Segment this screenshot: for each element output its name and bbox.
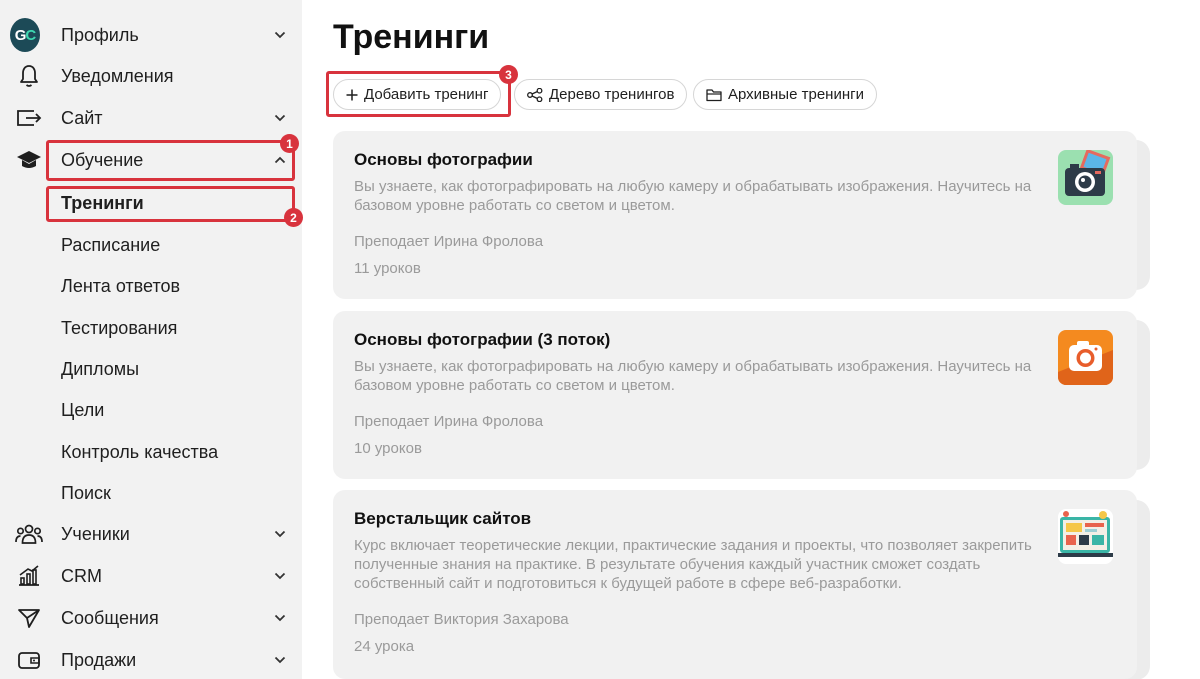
app-window: GC Профиль Уведомления Сайт Обучение Тре…	[0, 0, 1200, 679]
chevron-down-icon	[272, 652, 288, 668]
training-title: Верстальщик сайтов	[354, 509, 532, 528]
chart-icon	[14, 561, 44, 591]
send-icon	[14, 603, 44, 633]
training-tree-button[interactable]: Дерево тренингов	[514, 79, 688, 110]
sidebar-subitem-goals[interactable]: Цели	[0, 393, 302, 427]
training-teacher: Преподает Виктория Захарова	[354, 611, 569, 628]
page-title: Тренинги	[333, 18, 490, 56]
chevron-down-icon	[272, 610, 288, 626]
training-description: Вы узнаете, как фотографировать на любую…	[354, 178, 1032, 214]
chevron-down-icon	[272, 568, 288, 584]
sidebar-subitem-label: Тестирования	[61, 317, 178, 338]
add-training-label: Добавить тренинг	[364, 86, 489, 103]
sidebar-item-label: Сайт	[61, 107, 103, 128]
sidebar-item-site[interactable]: Сайт	[0, 100, 302, 136]
training-description: Курс включает теоретические лекции, прак…	[354, 537, 1032, 592]
logo-icon: GC	[10, 18, 40, 52]
sidebar-subitem-trainings[interactable]: Тренинги	[0, 186, 302, 220]
camera-orange-icon	[1058, 330, 1113, 385]
sidebar-item-learning[interactable]: Обучение	[0, 142, 302, 178]
chevron-down-icon	[272, 27, 288, 43]
sidebar-item-sales[interactable]: Продажи	[0, 642, 302, 678]
sidebar-item-label: Профиль	[61, 24, 139, 45]
users-icon	[14, 519, 44, 549]
sidebar-item-label: CRM	[61, 565, 102, 586]
folder-icon	[706, 88, 722, 102]
step-badge-2: 2	[284, 208, 303, 227]
sidebar-item-label: Уведомления	[61, 65, 174, 86]
sidebar-subitem-schedule[interactable]: Расписание	[0, 228, 302, 262]
sidebar-item-label: Ученики	[61, 523, 130, 544]
sidebar-subitem-label: Контроль качества	[61, 441, 219, 462]
training-card[interactable]: Основы фотографии (3 поток) Вы узнаете, …	[333, 311, 1137, 479]
training-lesson-count: 10 уроков	[354, 440, 422, 457]
chevron-up-icon	[272, 152, 288, 168]
wallet-icon	[14, 645, 44, 675]
archived-trainings-label: Архивные тренинги	[728, 86, 864, 103]
sidebar-subitem-diplomas[interactable]: Дипломы	[0, 352, 302, 386]
training-teacher: Преподает Ирина Фролова	[354, 233, 544, 250]
sidebar-item-label: Продажи	[61, 649, 137, 670]
sidebar-subitem-label: Тренинги	[61, 192, 144, 213]
sidebar-item-messages[interactable]: Сообщения	[0, 600, 302, 636]
sidebar-subitem-tests[interactable]: Тестирования	[0, 311, 302, 345]
sidebar-item-crm[interactable]: CRM	[0, 558, 302, 594]
sidebar-subitem-label: Цели	[61, 399, 105, 420]
tree-icon	[527, 87, 543, 102]
bell-icon	[14, 61, 44, 91]
sidebar-item-profile[interactable]: GC Профиль	[0, 17, 302, 53]
training-title: Основы фотографии	[354, 150, 533, 169]
training-lesson-count: 11 уроков	[354, 260, 421, 277]
training-card[interactable]: Основы фотографии Вы узнаете, как фотогр…	[333, 131, 1137, 299]
training-card[interactable]: Верстальщик сайтов Курс включает теорети…	[333, 490, 1137, 679]
training-title: Основы фотографии (3 поток)	[354, 330, 611, 349]
sidebar-item-label: Обучение	[61, 149, 144, 170]
sidebar-item-notifications[interactable]: Уведомления	[0, 58, 302, 94]
plus-icon	[346, 89, 358, 101]
add-training-button[interactable]: Добавить тренинг	[333, 79, 502, 110]
sidebar-item-label: Сообщения	[61, 607, 159, 628]
chevron-down-icon	[272, 110, 288, 126]
camera-green-icon	[1058, 150, 1113, 205]
archived-trainings-button[interactable]: Архивные тренинги	[693, 79, 877, 110]
sidebar-subitem-label: Расписание	[61, 234, 161, 255]
sidebar-subitem-label: Дипломы	[61, 358, 140, 379]
sidebar-subitem-search[interactable]: Поиск	[0, 476, 302, 510]
graduation-cap-icon	[14, 145, 44, 175]
training-description: Вы узнаете, как фотографировать на любую…	[354, 358, 1032, 394]
sidebar-item-students[interactable]: Ученики	[0, 516, 302, 552]
site-icon	[14, 103, 44, 133]
step-badge-1: 1	[280, 134, 299, 153]
training-lesson-count: 24 урока	[354, 638, 415, 655]
sidebar: GC Профиль Уведомления Сайт Обучение Тре…	[0, 0, 303, 679]
webdesign-icon	[1058, 509, 1113, 564]
training-tree-label: Дерево тренингов	[549, 86, 675, 103]
step-badge-3: 3	[499, 65, 518, 84]
sidebar-subitem-label: Поиск	[61, 482, 111, 503]
sidebar-subitem-label: Лента ответов	[61, 275, 181, 296]
chevron-down-icon	[272, 526, 288, 542]
sidebar-subitem-quality-control[interactable]: Контроль качества	[0, 435, 302, 469]
sidebar-subitem-answers-feed[interactable]: Лента ответов	[0, 269, 302, 303]
training-teacher: Преподает Ирина Фролова	[354, 413, 544, 430]
